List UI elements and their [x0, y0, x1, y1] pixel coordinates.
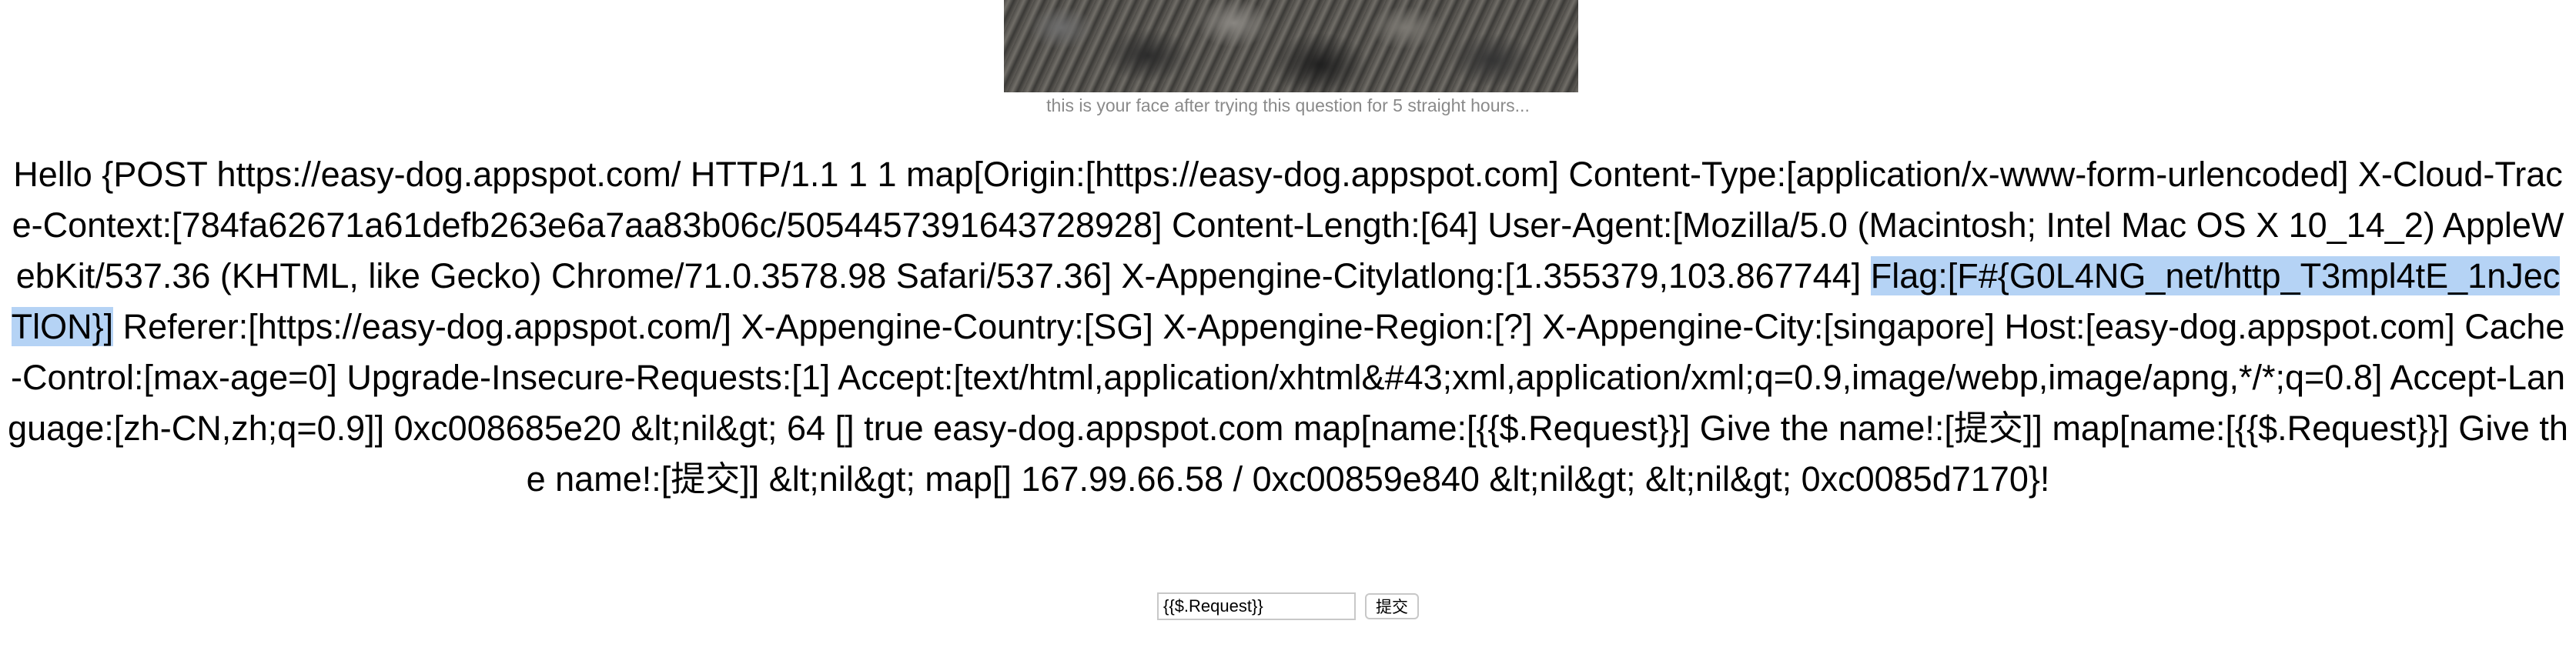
name-form: 提交 [0, 592, 2576, 620]
submit-button[interactable]: 提交 [1365, 593, 1419, 619]
request-dump-text: Hello {POST https://easy-dog.appspot.com… [0, 149, 2576, 505]
dog-face-image [1004, 0, 1578, 92]
request-dump-after: Referer:[https://easy-dog.appspot.com/] … [8, 307, 2568, 499]
page: this is your face after trying this ques… [0, 0, 2576, 654]
image-caption: this is your face after trying this ques… [1046, 95, 1530, 115]
name-input[interactable] [1157, 592, 1356, 620]
